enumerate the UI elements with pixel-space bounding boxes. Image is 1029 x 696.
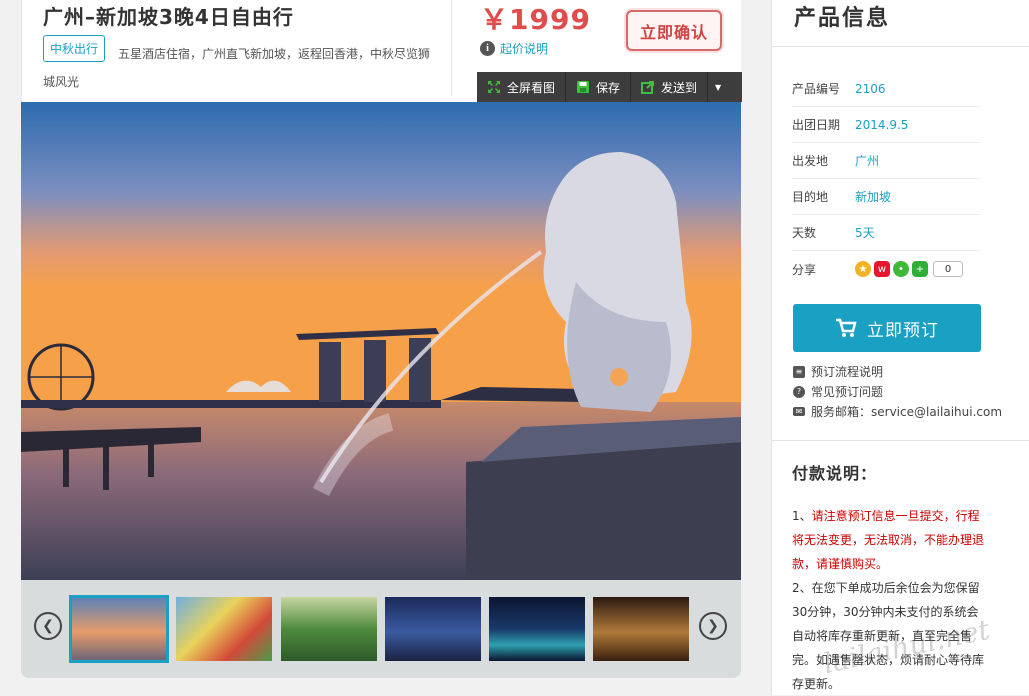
send-to-button[interactable]: 发送到 — [631, 72, 709, 102]
chevron-down-icon[interactable]: ▼ — [708, 72, 728, 102]
price-note-link[interactable]: i 起价说明 — [480, 40, 548, 57]
row-label: 产品编号 — [792, 82, 841, 96]
service-email[interactable]: ✉ 服务邮箱：service@lailaihui.com — [793, 403, 1002, 420]
row-label: 目的地 — [792, 190, 829, 204]
info-row-departure-date: 出团日期 2014.9.5 — [792, 107, 980, 143]
share-export-icon — [641, 81, 655, 94]
cart-icon — [836, 318, 857, 337]
row-label: 天数 — [792, 226, 817, 240]
question-icon: ? — [793, 385, 805, 398]
info-row-days: 天数 5天 — [792, 215, 980, 251]
payment-note-1: 1、请注意预订信息一旦提交，行程将无法变更，无法取消，不能办理退款，请谨慎购买。 — [792, 504, 984, 576]
next-arrow-icon[interactable]: ❯ — [699, 612, 727, 640]
thumbnail-marina-bay-sands[interactable] — [385, 597, 481, 661]
header-divider — [451, 0, 452, 96]
info-row-share: 分享 ★ w • + 0 — [792, 251, 980, 287]
payment-heading: 付款说明： — [792, 464, 878, 483]
send-to-label: 发送到 — [661, 80, 698, 95]
info-row-product-id: 产品编号 2106 — [792, 71, 980, 107]
share-buttons: ★ w • + 0 — [855, 261, 963, 277]
divider — [772, 46, 1029, 47]
divider — [772, 440, 1029, 441]
hero-image[interactable] — [21, 102, 741, 580]
fullscreen-button[interactable]: 全屏看图 — [477, 72, 567, 102]
panel-heading: 产品信息 — [794, 6, 891, 31]
booking-process-label: 预订流程说明 — [811, 365, 884, 379]
row-value[interactable]: 广州 — [855, 152, 879, 169]
row-value: 2014.9.5 — [855, 117, 909, 132]
row-value: 2106 — [855, 81, 886, 96]
product-price: ￥1999 — [480, 3, 591, 36]
row-value: 5天 — [855, 226, 875, 240]
faq-link[interactable]: ? 常见预订问题 — [793, 383, 883, 400]
product-main: 广州–新加坡3晚4日自由行 五星酒店住宿，广州直飞新加坡，返程回香港，中秋尽览狮… — [21, 0, 742, 695]
thumbnail-jurassic-park[interactable] — [281, 597, 377, 661]
prev-arrow-icon[interactable]: ❮ — [34, 612, 62, 640]
booking-process-link[interactable]: ≡ 预订流程说明 — [793, 363, 883, 380]
weibo-icon[interactable]: w — [874, 261, 890, 277]
fullscreen-label: 全屏看图 — [507, 80, 556, 95]
thumbnail-gardens-by-the-bay[interactable] — [489, 597, 585, 661]
share-count: 0 — [933, 261, 963, 277]
row-label: 出发地 — [792, 154, 829, 168]
row-label: 出团日期 — [792, 118, 841, 132]
info-row-destination: 目的地 新加坡 — [792, 179, 980, 215]
info-row-origin: 出发地 广州 — [792, 143, 980, 179]
thumbnail-universal-studios[interactable] — [176, 597, 272, 661]
payment-note-1-text: 请注意预订信息一旦提交，行程将无法变更，无法取消，不能办理退款，请谨慎购买。 — [792, 509, 985, 571]
save-icon — [577, 81, 590, 93]
book-now-label: 立即预订 — [867, 320, 939, 341]
confirm-button[interactable]: 立即确认 — [626, 10, 722, 51]
book-now-button[interactable]: 立即预订 — [793, 304, 981, 352]
thumbnail-esplanade[interactable] — [593, 597, 689, 661]
wechat-icon[interactable]: • — [893, 261, 909, 277]
product-info-panel: 产品信息 产品编号 2106 出团日期 2014.9.5 出发地 广州 目的地 … — [771, 0, 1029, 695]
image-toolbar: 全屏看图 保存 发送到 ▼ — [477, 72, 742, 102]
product-tag[interactable]: 中秋出行 — [43, 35, 106, 62]
thumbnail-strip: ❮ ❯ — [21, 580, 741, 678]
merlion-photo — [21, 102, 741, 580]
info-icon: i — [480, 41, 495, 56]
save-button[interactable]: 保存 — [566, 72, 632, 102]
document-icon: ≡ — [793, 365, 805, 378]
fullscreen-icon — [488, 81, 500, 93]
qzone-icon[interactable]: ★ — [855, 261, 871, 277]
mail-icon: ✉ — [793, 407, 805, 416]
thumbnail-merlion[interactable] — [69, 595, 169, 663]
service-email-label: 服务邮箱：service@lailaihui.com — [811, 405, 1003, 419]
row-value[interactable]: 新加坡 — [855, 188, 891, 205]
product-title: 广州–新加坡3晚4日自由行 — [43, 5, 294, 29]
save-label: 保存 — [596, 80, 621, 95]
faq-label: 常见预订问题 — [811, 385, 884, 399]
share-label: 分享 — [792, 262, 817, 277]
payment-note-1-number: 1、 — [792, 509, 812, 523]
price-note-label: 起价说明 — [500, 42, 549, 56]
more-share-icon[interactable]: + — [912, 261, 928, 277]
